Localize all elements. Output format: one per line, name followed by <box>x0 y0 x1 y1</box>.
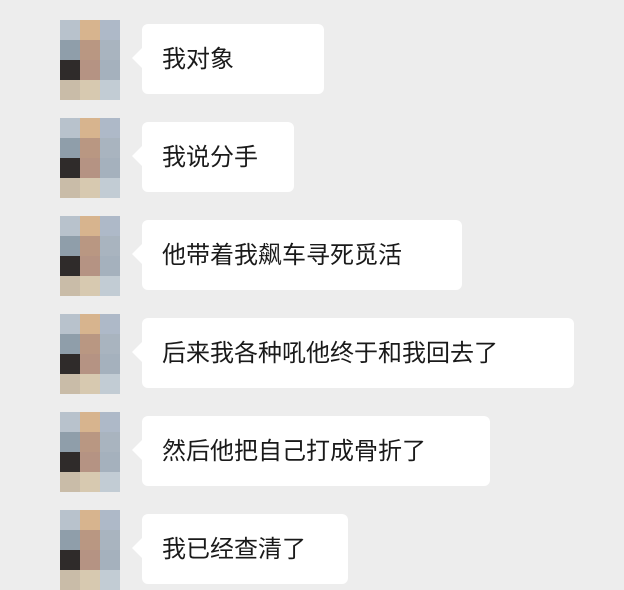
avatar-mosaic-tile <box>100 510 120 530</box>
avatar-mosaic-tile <box>100 314 120 334</box>
message-bubble[interactable]: 我对象 <box>132 24 324 94</box>
avatar-mosaic-tile <box>80 60 100 80</box>
message-bubble[interactable]: 我说分手 <box>132 122 294 192</box>
avatar-mosaic-tile <box>60 60 80 80</box>
avatar-mosaic-tile <box>60 374 80 394</box>
message-bubble[interactable]: 我已经查清了 <box>132 514 348 584</box>
avatar-mosaic-tile <box>60 412 80 432</box>
avatar-mosaic-tile <box>60 276 80 296</box>
chat-message: 我对象 <box>60 20 620 100</box>
avatar-mosaic-tile <box>100 256 120 276</box>
avatar-mosaic-tile <box>100 138 120 158</box>
avatar-mosaic-tile <box>80 354 100 374</box>
avatar-mosaic-tile <box>80 412 100 432</box>
avatar-mosaic-tile <box>100 452 120 472</box>
avatar-mosaic-tile <box>80 334 100 354</box>
avatar-mosaic-tile <box>100 472 120 492</box>
avatar-mosaic-tile <box>60 530 80 550</box>
avatar-mosaic-tile <box>80 80 100 100</box>
avatar-mosaic-tile <box>80 452 100 472</box>
avatar-mosaic-tile <box>60 118 80 138</box>
avatar[interactable] <box>60 412 120 492</box>
chat-message: 然后他把自己打成骨折了 <box>60 412 620 492</box>
avatar-mosaic-tile <box>60 216 80 236</box>
avatar-mosaic-tile <box>80 236 100 256</box>
avatar-mosaic-tile <box>80 570 100 590</box>
message-bubble[interactable]: 后来我各种吼他终于和我回去了 <box>132 318 574 388</box>
avatar-mosaic-tile <box>80 314 100 334</box>
chat-message: 后来我各种吼他终于和我回去了 <box>60 314 620 394</box>
avatar-mosaic-tile <box>80 138 100 158</box>
avatar-mosaic-tile <box>60 510 80 530</box>
message-bubble[interactable]: 他带着我飙车寻死觅活 <box>132 220 462 290</box>
avatar-mosaic-tile <box>100 550 120 570</box>
avatar-mosaic-tile <box>60 236 80 256</box>
avatar[interactable] <box>60 118 120 198</box>
avatar-mosaic-tile <box>80 256 100 276</box>
avatar-mosaic-tile <box>100 334 120 354</box>
avatar-mosaic-tile <box>100 80 120 100</box>
avatar-mosaic-tile <box>80 550 100 570</box>
avatar-mosaic-tile <box>60 314 80 334</box>
avatar-mosaic-tile <box>60 158 80 178</box>
avatar[interactable] <box>60 314 120 394</box>
avatar-mosaic-tile <box>80 374 100 394</box>
avatar-mosaic-tile <box>80 20 100 40</box>
avatar-mosaic-tile <box>80 472 100 492</box>
avatar-mosaic-tile <box>100 276 120 296</box>
avatar-mosaic-tile <box>60 354 80 374</box>
avatar-mosaic-tile <box>100 60 120 80</box>
avatar-mosaic-tile <box>100 354 120 374</box>
avatar-mosaic-tile <box>80 432 100 452</box>
avatar-mosaic-tile <box>60 472 80 492</box>
avatar-mosaic-tile <box>60 178 80 198</box>
avatar-mosaic-tile <box>80 510 100 530</box>
avatar-mosaic-tile <box>60 452 80 472</box>
chat-message: 他带着我飙车寻死觅活 <box>60 216 620 296</box>
avatar-mosaic-tile <box>60 432 80 452</box>
avatar-mosaic-tile <box>100 216 120 236</box>
avatar-mosaic-tile <box>100 432 120 452</box>
avatar[interactable] <box>60 216 120 296</box>
avatar-mosaic-tile <box>80 118 100 138</box>
avatar-mosaic-tile <box>80 40 100 60</box>
avatar-mosaic-tile <box>80 276 100 296</box>
avatar-mosaic-tile <box>60 40 80 60</box>
avatar-mosaic-tile <box>60 80 80 100</box>
avatar-mosaic-tile <box>100 20 120 40</box>
chat-message: 我已经查清了 <box>60 510 620 590</box>
chat-message-list: 我对象 我说分手 他带着我飙车寻死觅活 后来我各种吼他终于和我回去了 然后他把自… <box>0 0 624 590</box>
avatar-mosaic-tile <box>100 118 120 138</box>
avatar-mosaic-tile <box>80 530 100 550</box>
avatar-mosaic-tile <box>80 216 100 236</box>
avatar-mosaic-tile <box>60 334 80 354</box>
avatar-mosaic-tile <box>60 138 80 158</box>
avatar-mosaic-tile <box>100 40 120 60</box>
avatar-mosaic-tile <box>100 158 120 178</box>
message-bubble[interactable]: 然后他把自己打成骨折了 <box>132 416 490 486</box>
avatar-mosaic-tile <box>100 178 120 198</box>
avatar-mosaic-tile <box>80 158 100 178</box>
avatar-mosaic-tile <box>60 570 80 590</box>
avatar[interactable] <box>60 510 120 590</box>
avatar-mosaic-tile <box>100 236 120 256</box>
avatar-mosaic-tile <box>60 20 80 40</box>
avatar-mosaic-tile <box>100 374 120 394</box>
avatar-mosaic-tile <box>60 256 80 276</box>
avatar-mosaic-tile <box>80 178 100 198</box>
avatar-mosaic-tile <box>100 412 120 432</box>
chat-message: 我说分手 <box>60 118 620 198</box>
avatar[interactable] <box>60 20 120 100</box>
avatar-mosaic-tile <box>60 550 80 570</box>
avatar-mosaic-tile <box>100 570 120 590</box>
avatar-mosaic-tile <box>100 530 120 550</box>
